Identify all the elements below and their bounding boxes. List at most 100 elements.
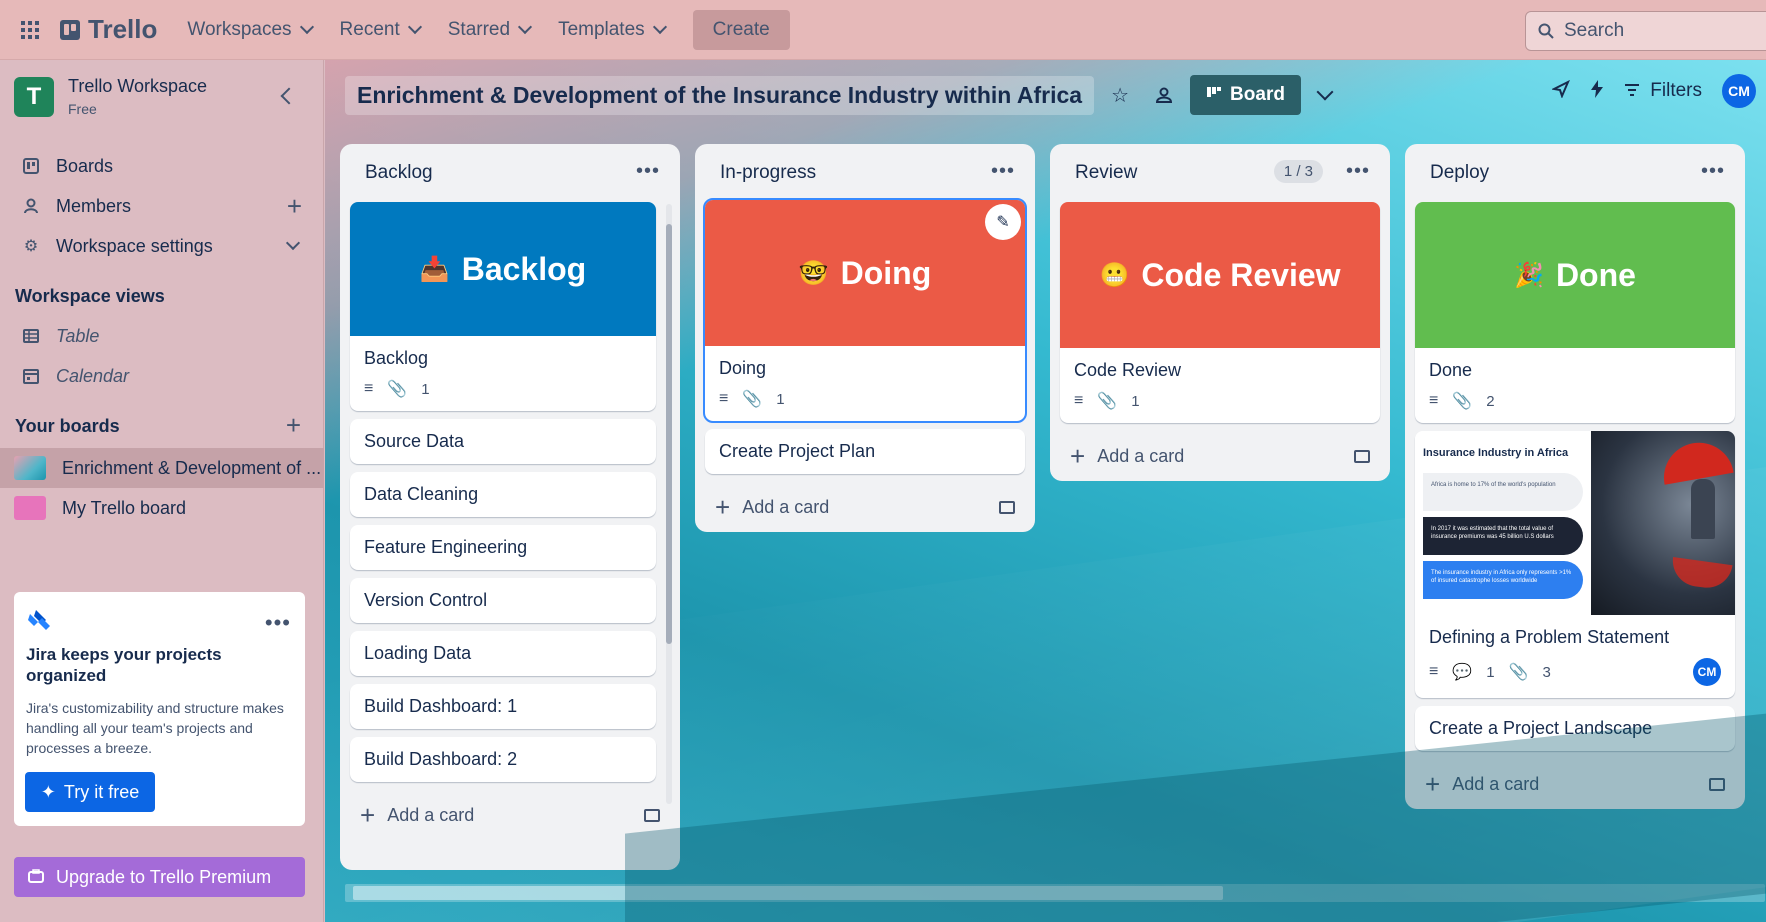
card-badges: ≡ 💬 1 📎 3 CM — [1429, 658, 1721, 686]
list-item[interactable]: Build Dashboard: 2 — [350, 737, 656, 782]
plus-icon: + — [715, 491, 731, 522]
workspaces-menu[interactable]: Workspaces — [173, 10, 325, 50]
horizontal-scrollbar-thumb[interactable] — [353, 886, 1223, 900]
list-menu-icon[interactable]: ••• — [636, 160, 660, 183]
attachment-icon: 📎 — [1452, 393, 1473, 410]
filter-icon — [1624, 80, 1640, 102]
list-item[interactable]: Version Control — [350, 578, 656, 623]
more-options-icon[interactable]: ••• — [265, 610, 291, 636]
list-item[interactable]: Build Dashboard: 1 — [350, 684, 656, 729]
card-title: Code Review — [1074, 360, 1182, 380]
add-member-icon[interactable]: + — [287, 191, 302, 222]
grimace-emoji-icon: 😬 — [1099, 261, 1130, 289]
app-switcher-icon[interactable] — [0, 0, 60, 60]
description-icon: ≡ — [1429, 663, 1439, 680]
card-title: Defining a Problem Statement — [1429, 627, 1670, 647]
sidebar: T Trello Workspace Free Boards Members +… — [0, 60, 324, 922]
card-limit-counter: 1 / 3 — [1273, 160, 1323, 183]
card-cover: 🎉 Done — [1415, 202, 1735, 348]
add-card-button[interactable]: + Add a card — [1050, 431, 1390, 481]
workspace-header[interactable]: T Trello Workspace Free — [14, 76, 207, 117]
umbrella-photo — [1591, 431, 1735, 615]
list-item[interactable]: Loading Data — [350, 631, 656, 676]
sidebar-item-members[interactable]: Members + — [0, 186, 324, 226]
sidebar-board-my-trello[interactable]: My Trello board — [0, 488, 324, 528]
jira-promo-card: ••• Jira keeps your projects organized J… — [14, 592, 305, 826]
card-cover-code-review[interactable]: 😬 Code Review Code Review ≡ 📎 1 — [1060, 202, 1380, 423]
plus-icon: + — [1070, 440, 1086, 471]
list-header[interactable]: Deploy ••• — [1405, 144, 1745, 202]
star-icon[interactable]: ☆ — [1102, 77, 1138, 113]
list-menu-icon[interactable]: ••• — [991, 160, 1015, 183]
sidebar-board-enrichment[interactable]: Enrichment & Development of ... — [0, 448, 324, 488]
collapse-sidebar-icon[interactable] — [280, 87, 298, 105]
list-header[interactable]: In-progress ••• — [695, 144, 1035, 202]
comment-icon: 💬 — [1452, 664, 1473, 681]
description-icon: ≡ — [719, 390, 729, 407]
filters-button[interactable]: Filters — [1624, 80, 1702, 102]
template-icon[interactable] — [1354, 449, 1370, 463]
add-card-label: Add a card — [1452, 773, 1540, 794]
person-shape — [1691, 479, 1715, 539]
list-item[interactable]: Feature Engineering — [350, 525, 656, 570]
card-title: Build Dashboard: 1 — [364, 696, 518, 716]
infographic-panel: Insurance Industry in Africa Africa is h… — [1415, 431, 1591, 615]
card-title: Create a Project Landscape — [1429, 718, 1653, 738]
edit-card-icon[interactable]: ✎ — [985, 204, 1021, 240]
add-board-icon[interactable]: + — [286, 410, 301, 441]
board-view-label: Board — [1230, 84, 1285, 105]
card-title: Done — [1429, 360, 1473, 380]
card-title: Source Data — [364, 431, 465, 451]
sidebar-item-workspace-settings[interactable]: ⚙ Workspace settings — [0, 226, 324, 266]
attachment-count: 3 — [1542, 663, 1551, 681]
list-header[interactable]: Backlog ••• — [340, 144, 680, 202]
list-item[interactable]: Create Project Plan — [705, 429, 1025, 474]
trello-logo[interactable]: Trello — [60, 14, 157, 45]
list-item[interactable]: Source Data — [350, 419, 656, 464]
visibility-icon[interactable] — [1146, 77, 1182, 113]
card-cover-done[interactable]: 🎉 Done Done ≡ 📎 2 — [1415, 202, 1735, 423]
sidebar-item-calendar[interactable]: Calendar — [0, 356, 324, 396]
template-icon[interactable] — [1709, 777, 1725, 791]
try-it-free-button[interactable]: ✦ Try it free — [25, 772, 155, 812]
upgrade-premium-button[interactable]: Upgrade to Trello Premium — [14, 857, 305, 897]
card-member-avatar[interactable]: CM — [1693, 658, 1721, 686]
card-cover-doing[interactable]: 🤓 Doing ✎ Doing ≡ 📎 1 — [703, 198, 1027, 423]
umbrella-reflection-shape — [1669, 556, 1733, 592]
sidebar-item-table[interactable]: Table — [0, 316, 324, 356]
search-input[interactable]: Search — [1525, 11, 1766, 51]
list-title: Deploy — [1430, 162, 1490, 183]
recent-menu[interactable]: Recent — [326, 10, 434, 50]
add-card-button[interactable]: + Add a card — [695, 482, 1035, 532]
briefcase-icon — [28, 867, 44, 888]
starred-label: Starred — [447, 18, 511, 40]
list-menu-icon[interactable]: ••• — [1346, 160, 1370, 183]
attachment-icon: 📎 — [387, 381, 408, 398]
automation-icon[interactable] — [1590, 79, 1604, 103]
create-button[interactable]: Create — [692, 9, 790, 50]
add-card-button[interactable]: + Add a card — [1405, 759, 1745, 809]
starred-menu[interactable]: Starred — [434, 10, 544, 50]
chevron-down-icon — [299, 19, 314, 34]
member-avatar[interactable]: CM — [1722, 74, 1756, 108]
list-header[interactable]: Review 1 / 3 ••• — [1050, 144, 1390, 202]
board-view-button[interactable]: Board — [1190, 75, 1301, 115]
board-title[interactable]: Enrichment & Development of the Insuranc… — [345, 75, 1095, 115]
card-cover-backlog[interactable]: 📥 Backlog Backlog ≡ 📎 1 — [350, 202, 656, 411]
list-scrollbar-thumb[interactable] — [666, 224, 672, 644]
infographic-fact: The insurance industry in Africa only re… — [1423, 561, 1583, 599]
workspace-plan: Free — [68, 101, 97, 117]
chevron-down-icon — [285, 235, 301, 251]
template-icon[interactable] — [644, 808, 660, 822]
list-item[interactable]: Data Cleaning — [350, 472, 656, 517]
power-ups-icon[interactable] — [1551, 79, 1571, 103]
chevron-down-icon[interactable] — [1316, 83, 1334, 101]
list-item[interactable]: Create a Project Landscape — [1415, 706, 1735, 751]
template-icon[interactable] — [999, 500, 1015, 514]
add-card-button[interactable]: + Add a card — [340, 790, 680, 840]
board-canvas: Enrichment & Development of the Insuranc… — [325, 60, 1766, 922]
sidebar-item-boards[interactable]: Boards — [0, 146, 324, 186]
templates-menu[interactable]: Templates — [544, 10, 679, 50]
card-problem-statement[interactable]: Insurance Industry in Africa Africa is h… — [1415, 431, 1735, 698]
list-menu-icon[interactable]: ••• — [1701, 160, 1725, 183]
